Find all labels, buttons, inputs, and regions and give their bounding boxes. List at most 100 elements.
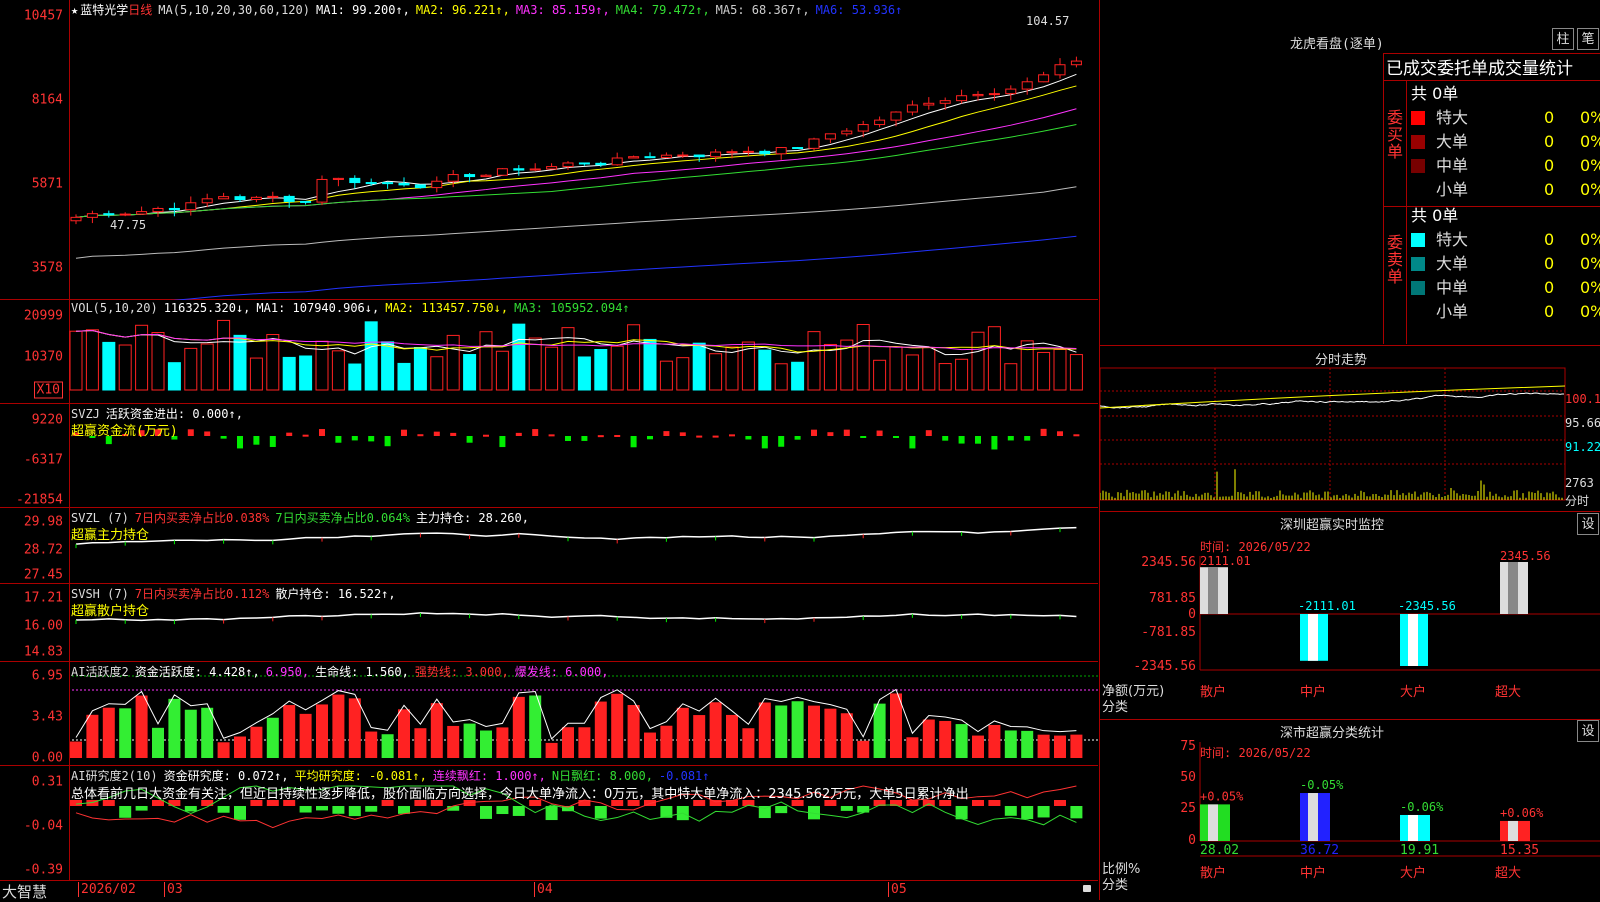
vol-ma1: MA1: 107940.906↓, (256, 301, 380, 315)
activity-bar (545, 742, 558, 758)
flow-bar (286, 432, 293, 436)
star-icon[interactable]: ★ (71, 3, 78, 17)
pen-mode-button[interactable]: 笔 (1577, 28, 1599, 50)
volume-bar (249, 357, 263, 391)
research-bar (840, 806, 853, 811)
sz-value-label: 2345.56 (1500, 549, 1551, 563)
class-stat-chart[interactable]: 75 50 25 0 +0.05% 28.02 散户 -0.05% 36.72 中户 -0.06% 1… (1100, 720, 1600, 900)
activity-bar (627, 704, 640, 758)
ai-research-header: AI研究度2(10) 资金研究度: 0.072↑, 平均研究度: -0.081↑, 连… (71, 767, 716, 784)
research-bar (316, 806, 328, 811)
sz-monitor-chart[interactable]: 2345.56 781.850 -781.85 -2345.56 2111.01 散户 -2… (1100, 512, 1600, 720)
volume-bar (118, 344, 132, 391)
lhb-title: 龙虎看盘(逐单) (1290, 37, 1384, 52)
flow-bar (761, 436, 768, 449)
svzj-panel[interactable]: 9220 -6317 -21854 SVZJ 活跃资金进出: 0.000↑, 超赢… (0, 404, 1098, 508)
bar-mode-button[interactable]: 柱 (1552, 28, 1574, 50)
activity-bar (398, 709, 410, 758)
sell-row-percent: 0% (1580, 230, 1600, 249)
volume-bar (807, 331, 821, 391)
activity-bar (299, 713, 312, 758)
activity-bar (365, 731, 378, 758)
class-xlabel: 分类 (1102, 878, 1129, 893)
research-bar (1021, 806, 1034, 820)
ma5-value: MA5: 68.367↑, (715, 3, 810, 17)
svzl-ratio-1: 7日内买卖净占比0.038% (134, 511, 270, 525)
flow-bar (1073, 434, 1080, 437)
class-category-label: 超大 (1495, 866, 1521, 881)
sz-category-label: 超大 (1495, 685, 1521, 700)
buy-color-swatch (1411, 135, 1425, 149)
intraday-panel[interactable]: 分时走势 100.1 95.66 91.22 2763 分时 (1099, 346, 1600, 512)
volume-bar (873, 359, 887, 391)
sell-row-name: 特大 (1436, 230, 1469, 249)
activity-bar (381, 734, 394, 758)
flow-bar (811, 429, 817, 436)
flow-bar (893, 436, 899, 438)
volume-bar (151, 332, 165, 391)
volume-bar (381, 341, 395, 391)
sz-bar-shade (1208, 567, 1218, 614)
activity-bar (1054, 735, 1066, 758)
volume-bar (479, 331, 493, 391)
flow-bar (368, 436, 375, 442)
volume-bar (495, 350, 509, 391)
volume-bar (610, 345, 624, 391)
class-y-label: 25 (1180, 801, 1196, 816)
buy-row-value: 0 (1544, 156, 1555, 175)
research-bar (775, 806, 788, 814)
vol-value: 116325.320↓, (163, 301, 251, 315)
volume-bar (315, 340, 329, 391)
volume-bar (676, 357, 690, 391)
intraday-chart[interactable] (1100, 346, 1600, 512)
candle (546, 166, 558, 170)
candle (792, 147, 804, 150)
flow-bar (942, 436, 949, 441)
candle (496, 168, 508, 176)
flow-bar (401, 429, 407, 436)
volume-bar (1004, 363, 1018, 391)
month-label: 05 (888, 882, 907, 897)
flow-bar (565, 436, 571, 441)
flow-bar (778, 436, 785, 447)
class-stat-panel[interactable]: 深市超赢分类统计 设 时间: 2026/05/22 75 50 25 0 +0.05% 2… (1099, 720, 1600, 900)
svzl-panel[interactable]: 29.98 28.72 27.45 SVZL (7) 7日内买卖净占比0.038%… (0, 508, 1098, 584)
high-price-label: 104.57 (1026, 14, 1070, 28)
activity-bar (1037, 734, 1050, 758)
activity-bar (857, 740, 870, 758)
period-label[interactable]: 日线 (128, 3, 152, 17)
flow-bar (712, 435, 719, 438)
kline-header: ★ 蓝特光学日线 MA(5,10,20,30,60,120) MA1: 99.200↑… (71, 1, 908, 18)
intraday-y-label: 91.22 (1565, 440, 1600, 454)
sz-monitor-panel[interactable]: 深圳超赢实时监控 设 时间: 2026/05/22 2345.56 781.85 0… (1099, 512, 1600, 720)
vol-header: VOL(5,10,20) 116325.320↓, MA1: 107940.906↓… (71, 301, 636, 315)
buy-total: 共 0单 (1411, 84, 1459, 103)
class-category-label: 散户 (1200, 865, 1226, 881)
sz-value-label: -2111.01 (1298, 599, 1356, 613)
lock-icon[interactable] (1083, 885, 1091, 892)
activity-bar (775, 705, 788, 758)
candle (136, 211, 148, 215)
ai-research-panel[interactable]: 0.31 -0.04 -0.39 AI研究度2(10) 资金研究度: 0.072↑… (0, 766, 1098, 880)
kline-panel[interactable]: 10457 8164 5871 3578 ★ 蓝特光学日线 MA(5,10,20,3… (0, 0, 1098, 300)
sz-y-label: -781.85 (1141, 625, 1196, 640)
holding-line (75, 612, 1077, 622)
ai1-activity: 资金活跃度: 4.428↑, (134, 665, 260, 679)
buy-color-swatch (1411, 111, 1425, 125)
flow-bar (187, 429, 194, 436)
activity-bar (348, 698, 361, 758)
candle (332, 177, 344, 180)
ai-activity-panel[interactable]: 6.95 3.43 0.00 AI活跃度2 资金活跃度: 4.428↑, 6.950… (0, 662, 1098, 766)
candle (939, 100, 951, 104)
svsh-panel[interactable]: 17.21 16.00 14.83 SVSH (7) 7日内买卖净占比0.112%… (0, 584, 1098, 662)
kline-chart[interactable] (0, 0, 1098, 300)
vol-chart[interactable] (0, 300, 1098, 404)
candle (185, 202, 197, 211)
vol-panel[interactable]: 20999 10370 X10 VOL(5,10,20) 116325.320↓,… (0, 300, 1098, 404)
svzj-active: 活跃资金进出: 0.000↑, (105, 407, 243, 421)
flow-bar (499, 436, 506, 448)
activity-bar (168, 698, 181, 758)
holding-line (75, 526, 1077, 545)
volume-bar (397, 362, 411, 391)
candle (201, 198, 213, 204)
